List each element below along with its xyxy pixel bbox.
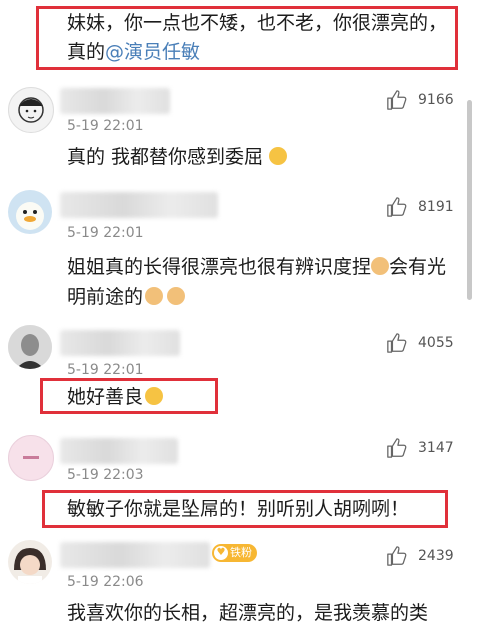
comment-text: 我喜欢你的长相，超漂亮的，是我羡慕的类 <box>67 602 429 624</box>
username-blurred <box>60 438 178 464</box>
vintage-portrait-icon <box>8 325 52 369</box>
comment-text: 真的 我都替你感到委屈 <box>67 142 288 172</box>
comment-time: 5-19 22:06 <box>67 574 144 590</box>
comment-time: 5-19 22:01 <box>67 362 144 378</box>
mention-link[interactable]: @演员任敏 <box>105 41 200 63</box>
comment-text: 她好善良 <box>67 382 164 412</box>
like-button[interactable]: 2439 <box>386 545 454 567</box>
like-count: 2439 <box>418 548 454 564</box>
like-count: 8191 <box>418 199 454 215</box>
thumbs-up-icon <box>387 546 407 566</box>
thumbs-up-icon <box>387 333 407 353</box>
fan-badge: ♥ 铁粉 <box>212 544 257 562</box>
scrollbar[interactable] <box>467 100 472 300</box>
comment-time: 5-19 22:01 <box>67 118 144 134</box>
sketch-portrait-icon <box>18 97 44 123</box>
top-comment-line1: 妹妹，你一点也不矮，也不老，你很漂亮的， <box>67 12 448 34</box>
top-comment-prefix: 真的 <box>67 41 106 63</box>
comment-text-line1: 姐姐真的长得很漂亮也很有辨识度捏 会有光 <box>67 252 446 282</box>
avatar[interactable] <box>8 540 52 584</box>
comment-text-body: 姐姐真的长得很漂亮也很有辨识度捏 <box>67 256 372 278</box>
comment-text-body: 明前途的 <box>67 286 144 308</box>
girl-avatar-icon <box>14 548 46 584</box>
comment-text: 敏敏子你就是坠屌的！别听别人胡咧咧！ <box>67 498 410 520</box>
pink-avatar-icon <box>23 456 39 459</box>
like-button[interactable]: 3147 <box>386 437 454 459</box>
username-blurred <box>60 88 170 114</box>
thumbs-up-icon <box>387 197 407 217</box>
like-count: 9166 <box>418 92 454 108</box>
like-count: 4055 <box>418 335 454 351</box>
top-comment-line2: 真的@演员任敏 <box>67 37 200 67</box>
like-button[interactable]: 8191 <box>386 196 454 218</box>
avatar[interactable] <box>8 190 52 234</box>
username-blurred <box>60 330 180 356</box>
hug-emoji-icon <box>167 287 186 305</box>
avatar[interactable] <box>8 87 54 133</box>
heart-icon: ♥ <box>214 546 228 560</box>
hug-emoji-icon <box>371 257 390 275</box>
comment-text-body: 真的 我都替你感到委屈 <box>67 146 264 168</box>
comment-time: 5-19 22:03 <box>67 467 144 483</box>
like-button[interactable]: 4055 <box>386 332 454 354</box>
duck-icon <box>16 202 44 230</box>
username-blurred <box>60 542 210 568</box>
username-blurred <box>60 192 218 218</box>
like-button[interactable]: 9166 <box>386 89 454 111</box>
like-count: 3147 <box>418 440 454 456</box>
comment-time: 5-19 22:01 <box>67 225 144 241</box>
hug-emoji-icon <box>145 287 164 305</box>
thumbs-up-icon <box>387 90 407 110</box>
avatar[interactable] <box>8 325 52 369</box>
comment-text-line2: 明前途的 <box>67 282 186 312</box>
thumbs-up-icon <box>387 438 407 458</box>
comment-text-body: 她好善良 <box>67 386 144 408</box>
fan-badge-label: 铁粉 <box>230 546 252 559</box>
crying-face-icon <box>145 387 164 405</box>
sad-face-icon <box>269 147 288 165</box>
comment-text-tail: 会有光 <box>389 256 447 278</box>
avatar[interactable] <box>8 435 54 481</box>
